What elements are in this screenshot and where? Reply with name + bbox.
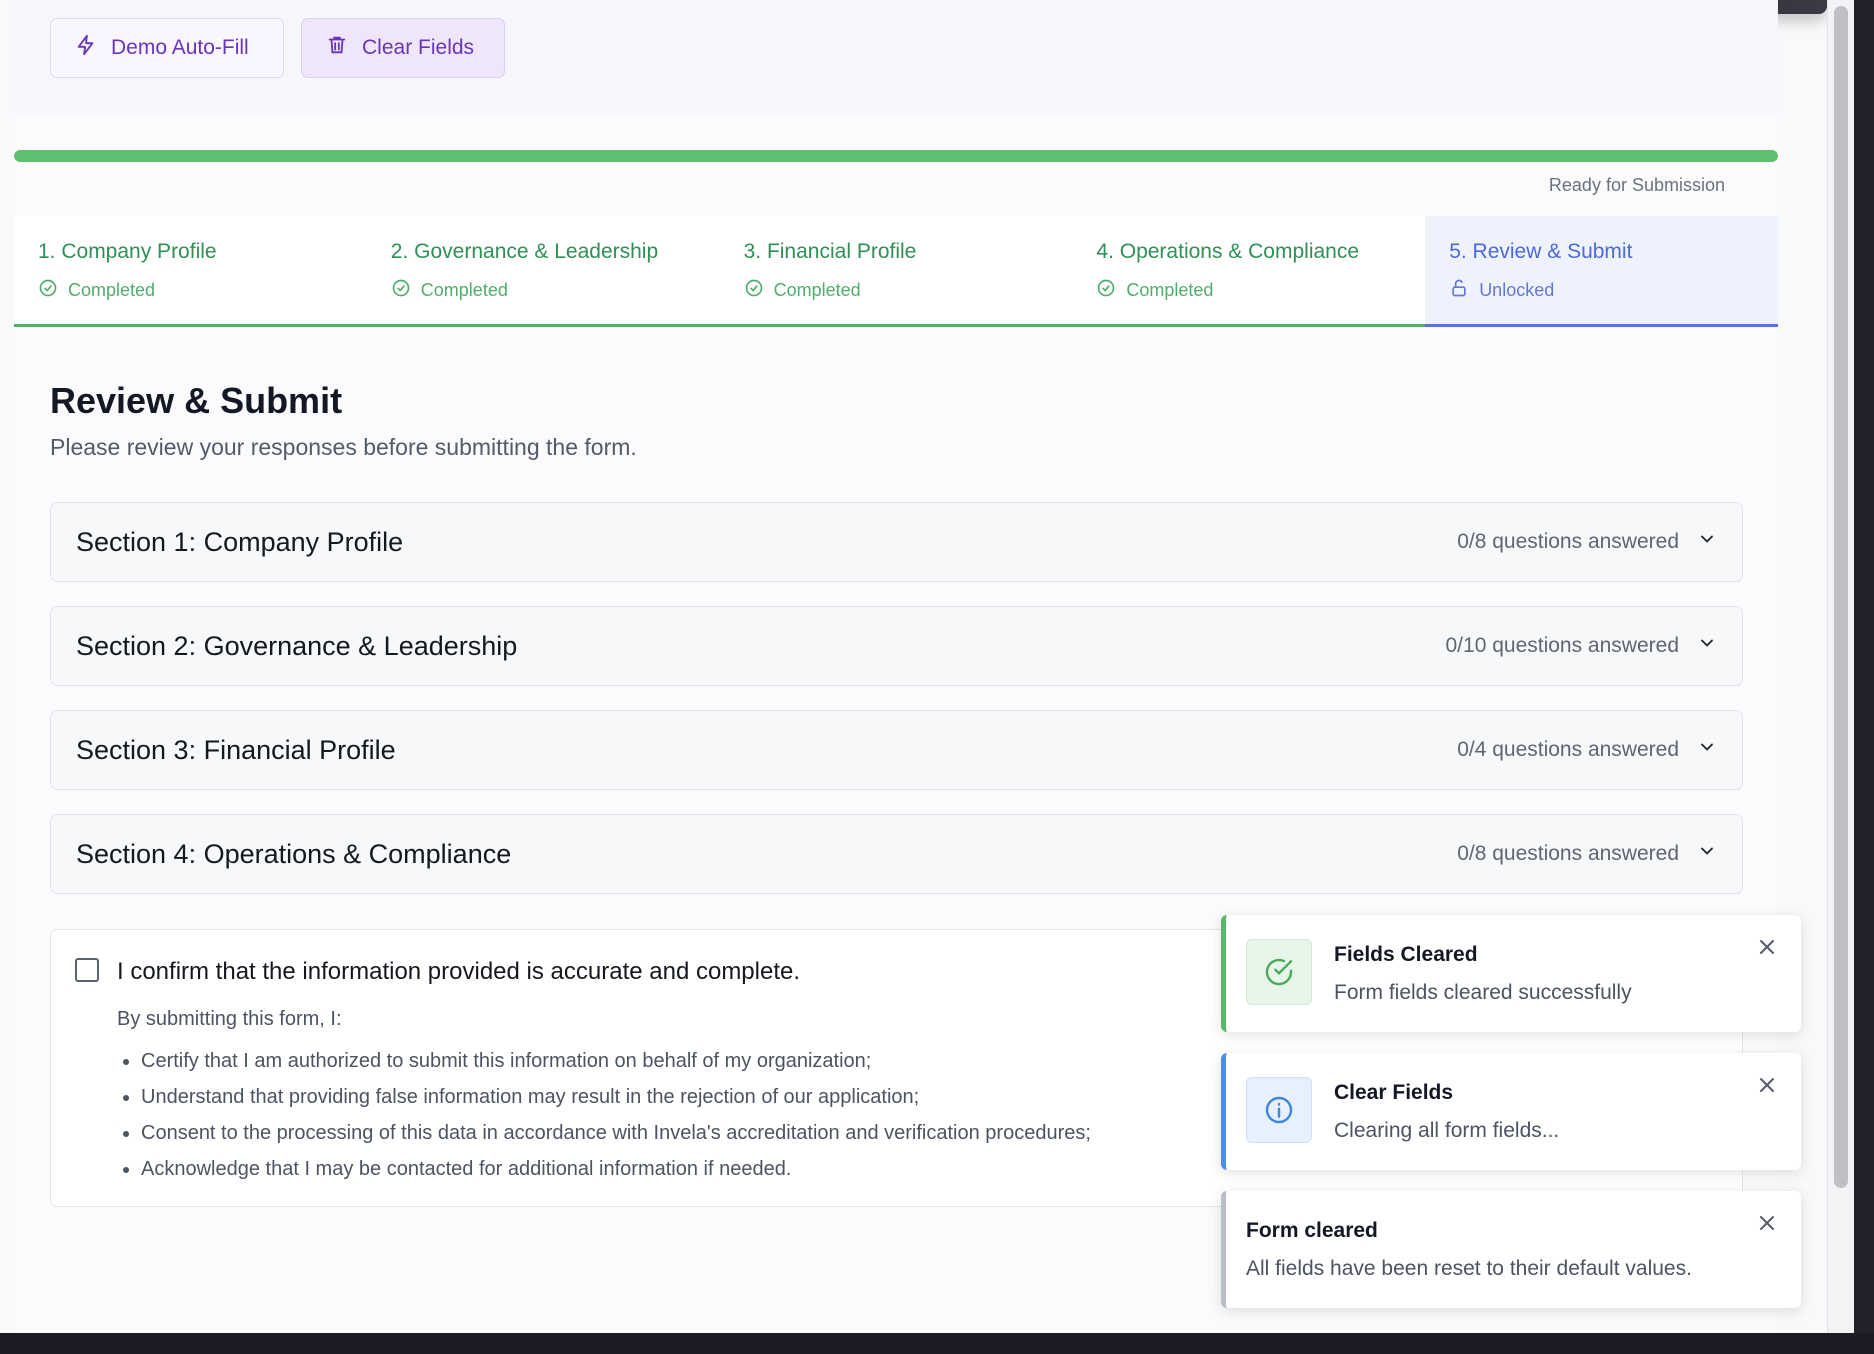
confirm-label[interactable]: I confirm that the information provided …	[117, 958, 800, 986]
section-accordion-operations-compliance[interactable]: Section 4: Operations & Compliance 0/8 q…	[50, 814, 1743, 894]
step-status: Unlocked	[1479, 280, 1555, 300]
chevron-down-icon	[1697, 737, 1717, 763]
confirm-intro: By submitting this form, I:	[117, 1008, 342, 1030]
toast-message: Clearing all form fields...	[1334, 1119, 1560, 1142]
section-title: Section 4: Operations & Compliance	[76, 838, 512, 869]
chevron-down-icon	[1697, 633, 1717, 659]
step-tab-financial-profile[interactable]: 3. Financial Profile Completed	[719, 216, 1073, 327]
form-toolbar: Demo Auto-Fill Clear Fields	[14, 0, 1778, 116]
window-edge	[0, 1333, 1874, 1354]
progress-fill	[14, 150, 1778, 162]
section-accordion-governance-leadership[interactable]: Section 2: Governance & Leadership 0/10 …	[50, 606, 1743, 686]
step-tab-company-profile[interactable]: 1. Company Profile Completed	[14, 216, 367, 327]
check-circle-icon	[38, 278, 58, 303]
step-status: Completed	[1126, 280, 1214, 300]
toast-form-cleared: Form cleared All fields have been reset …	[1221, 1191, 1801, 1308]
lightning-icon	[75, 34, 97, 62]
clear-fields-label: Clear Fields	[362, 36, 475, 59]
check-circle-icon	[1246, 939, 1312, 1005]
step-title: 5. Review & Submit	[1449, 240, 1633, 263]
toast-title: Clear Fields	[1334, 1081, 1454, 1104]
answered-count: 0/10 questions answered	[1445, 634, 1680, 657]
info-icon	[1246, 1077, 1312, 1143]
close-icon[interactable]	[1755, 1073, 1779, 1097]
list-item: Certify that I am authorized to submit t…	[141, 1048, 1091, 1084]
check-circle-icon	[391, 278, 411, 303]
check-circle-icon	[744, 278, 764, 303]
list-item: Consent to the processing of this data i…	[141, 1120, 1091, 1156]
window-edge	[1854, 0, 1874, 1354]
check-circle-icon	[1096, 278, 1116, 303]
toast-fields-cleared: Fields Cleared Form fields cleared succe…	[1221, 915, 1801, 1032]
app-viewport: Demo Auto-Fill Clear Fields Ready for Su…	[0, 0, 1827, 1333]
toast-message: All fields have been reset to their defa…	[1246, 1257, 1692, 1280]
step-tab-review-submit[interactable]: 5. Review & Submit Unlocked	[1425, 216, 1778, 327]
page-title: Review & Submit	[50, 380, 343, 421]
toast-message: Form fields cleared successfully	[1334, 981, 1632, 1004]
confirm-checkbox[interactable]	[75, 958, 99, 982]
section-title: Section 1: Company Profile	[76, 526, 404, 557]
section-accordion-company-profile[interactable]: Section 1: Company Profile 0/8 questions…	[50, 502, 1743, 582]
unlock-icon	[1449, 278, 1469, 303]
trash-icon	[326, 34, 348, 62]
section-accordion-financial-profile[interactable]: Section 3: Financial Profile 0/4 questio…	[50, 710, 1743, 790]
progress-bar	[14, 150, 1778, 162]
chevron-down-icon	[1697, 841, 1717, 867]
answered-count: 0/4 questions answered	[1457, 738, 1679, 761]
page-description: Please review your responses before subm…	[50, 434, 637, 460]
answered-count: 0/8 questions answered	[1457, 530, 1679, 553]
toast-title: Form cleared	[1246, 1219, 1378, 1242]
step-status: Completed	[773, 280, 861, 300]
close-icon[interactable]	[1755, 1211, 1779, 1235]
vertical-scrollbar[interactable]	[1827, 0, 1854, 1333]
close-icon[interactable]	[1755, 935, 1779, 959]
step-status: Completed	[68, 280, 156, 300]
chevron-down-icon	[1697, 529, 1717, 555]
list-item: Acknowledge that I may be contacted for …	[141, 1156, 1091, 1192]
progress-status: Ready for Submission	[1548, 175, 1725, 195]
toast-title: Fields Cleared	[1334, 943, 1478, 966]
toast-clear-fields: Clear Fields Clearing all form fields...	[1221, 1053, 1801, 1170]
step-status: Completed	[420, 280, 508, 300]
step-title: 1. Company Profile	[38, 240, 217, 263]
step-tabs: 1. Company Profile Completed 2. Governan…	[14, 216, 1778, 327]
demo-autofill-button[interactable]: Demo Auto-Fill	[50, 18, 284, 78]
answered-count: 0/8 questions answered	[1457, 842, 1679, 865]
list-item: Understand that providing false informat…	[141, 1084, 1091, 1120]
confirm-terms-list: Certify that I am authorized to submit t…	[141, 1048, 1091, 1192]
demo-autofill-label: Demo Auto-Fill	[111, 36, 249, 59]
scrollbar-thumb[interactable]	[1834, 6, 1848, 1188]
step-tab-governance-leadership[interactable]: 2. Governance & Leadership Completed	[366, 216, 720, 327]
step-title: 4. Operations & Compliance	[1096, 240, 1360, 263]
section-title: Section 3: Financial Profile	[76, 734, 396, 765]
step-title: 3. Financial Profile	[743, 240, 917, 263]
section-title: Section 2: Governance & Leadership	[76, 630, 518, 661]
step-tab-operations-compliance[interactable]: 4. Operations & Compliance Completed	[1072, 216, 1426, 327]
clear-fields-button[interactable]: Clear Fields	[301, 18, 505, 78]
step-title: 2. Governance & Leadership	[390, 240, 659, 263]
